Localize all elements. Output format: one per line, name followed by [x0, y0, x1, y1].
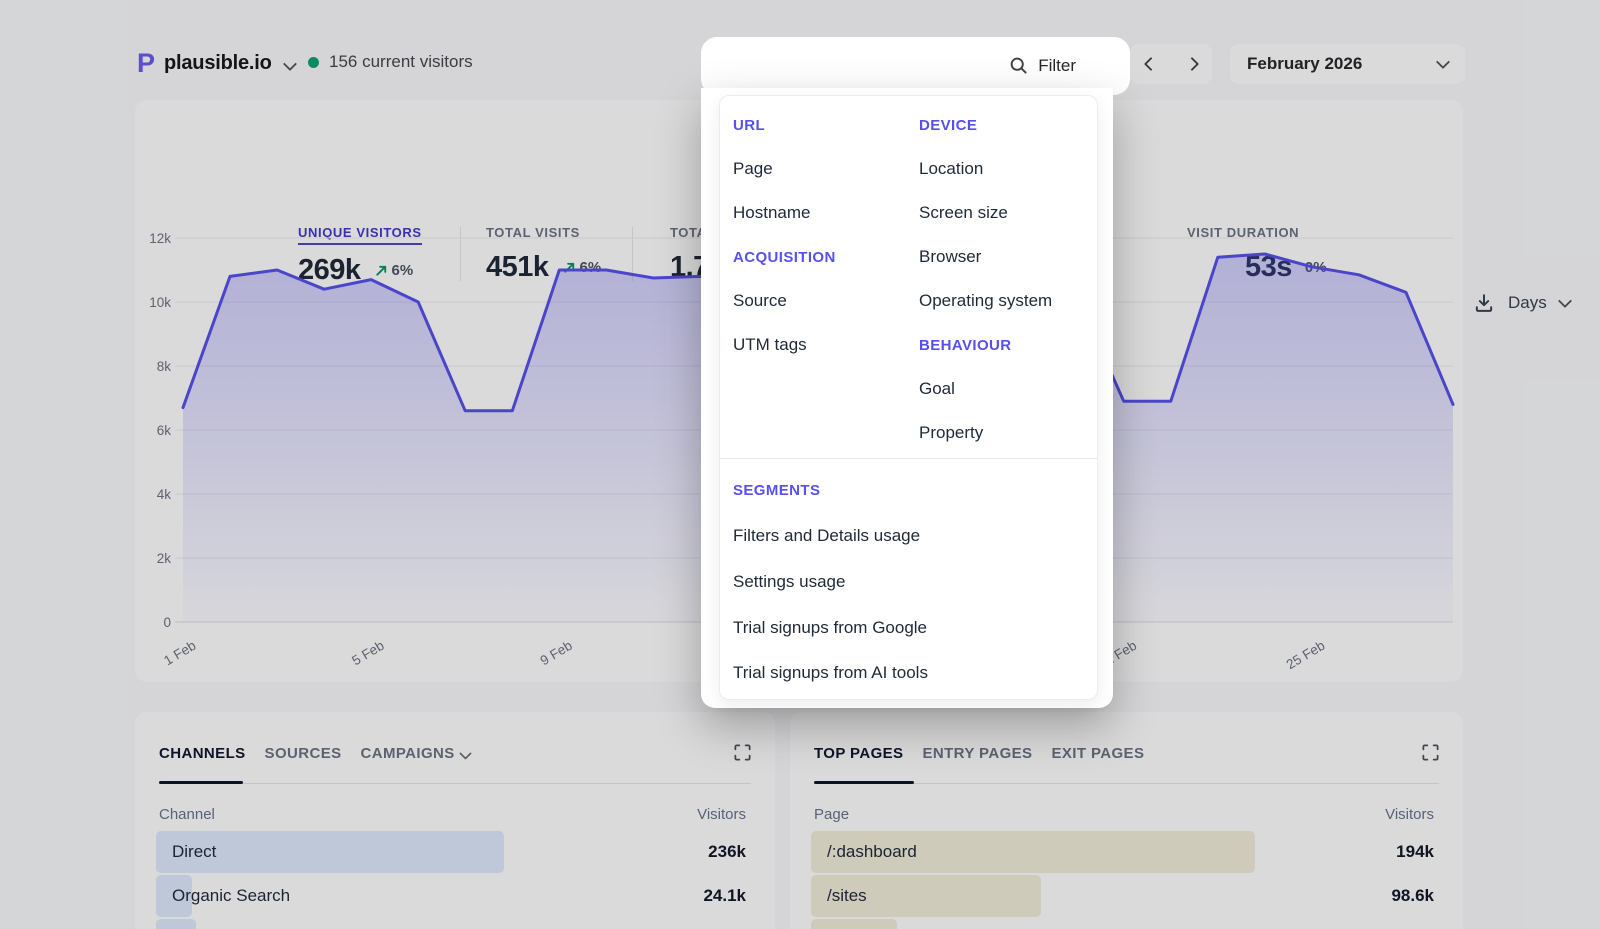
- filter-group-title-url: URL: [733, 103, 919, 147]
- filter-dropdown: URLPageHostnameACQUISITIONSourceUTM tags…: [701, 88, 1113, 708]
- filter-menu-column: DEVICELocationScreen sizeBrowserOperatin…: [919, 103, 1097, 455]
- filter-item-page[interactable]: Page: [733, 147, 919, 191]
- filter-label: Filter: [1038, 56, 1076, 76]
- filter-item-screen-size[interactable]: Screen size: [919, 191, 1097, 235]
- filter-item-hostname[interactable]: Hostname: [733, 191, 919, 235]
- filter-item-utm-tags[interactable]: UTM tags: [733, 323, 919, 367]
- filter-button[interactable]: Filter: [701, 37, 1130, 95]
- segments-title: SEGMENTS: [733, 468, 1097, 514]
- filter-menu-panel: URLPageHostnameACQUISITIONSourceUTM tags…: [719, 95, 1098, 700]
- filter-item-browser[interactable]: Browser: [919, 235, 1097, 279]
- filter-item-source[interactable]: Source: [733, 279, 919, 323]
- plausible-dashboard: P plausible.io 156 current visitors Febr…: [0, 0, 1600, 929]
- filter-group-title-device: DEVICE: [919, 103, 1097, 147]
- filter-item-property[interactable]: Property: [919, 411, 1097, 455]
- filter-menu-column: URLPageHostnameACQUISITIONSourceUTM tags: [733, 103, 919, 455]
- segment-item-filters-and-details-usage[interactable]: Filters and Details usage: [733, 514, 1097, 560]
- filter-item-operating-system[interactable]: Operating system: [919, 279, 1097, 323]
- filter-group-title-acquisition: ACQUISITION: [733, 235, 919, 279]
- filter-group-title-behaviour: BEHAVIOUR: [919, 323, 1097, 367]
- search-icon: [1009, 56, 1029, 76]
- segment-item-trial-signups-from-google[interactable]: Trial signups from Google: [733, 605, 1097, 651]
- segment-item-trial-signups-from-ai-tools[interactable]: Trial signups from AI tools: [733, 650, 1097, 696]
- segment-item-settings-usage[interactable]: Settings usage: [733, 559, 1097, 605]
- filter-item-goal[interactable]: Goal: [919, 367, 1097, 411]
- filter-item-location[interactable]: Location: [919, 147, 1097, 191]
